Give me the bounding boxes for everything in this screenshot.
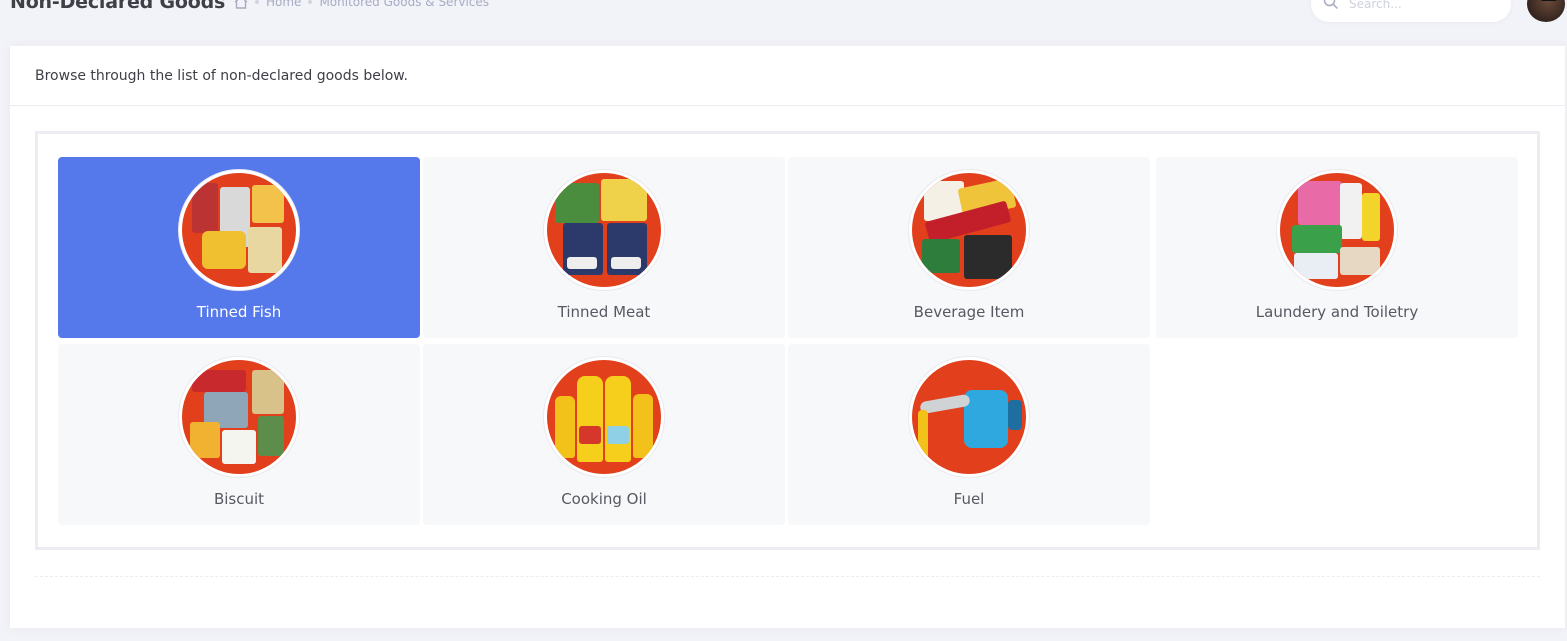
category-label: Tinned Fish (196, 303, 282, 321)
laundery-and-toiletry-image (1277, 170, 1397, 290)
breadcrumb-current-link[interactable]: Monitored Goods & Services (319, 0, 489, 9)
category-label: Tinned Meat (557, 303, 651, 321)
category-tile-cooking-oil[interactable]: Cooking Oil (423, 344, 785, 525)
category-grid: Tinned Fish Tinned Meat Beverage Item La… (35, 131, 1540, 550)
category-tile-beverage-item[interactable]: Beverage Item (788, 157, 1150, 338)
category-label: Beverage Item (913, 303, 1025, 321)
category-tile-fuel[interactable]: Fuel (788, 344, 1150, 525)
beverage-item-image (909, 170, 1029, 290)
biscuit-image (179, 357, 299, 477)
category-label: Biscuit (213, 490, 265, 508)
category-tile-biscuit[interactable]: Biscuit (58, 344, 420, 525)
tinned-fish-image (179, 170, 299, 290)
cooking-oil-image (544, 357, 664, 477)
category-tile-laundery-and-toiletry[interactable]: Laundery and Toiletry (1156, 157, 1518, 338)
category-label: Laundery and Toiletry (1255, 303, 1419, 321)
divider (35, 576, 1540, 577)
category-label: Fuel (953, 490, 985, 508)
breadcrumb-separator (255, 0, 259, 4)
breadcrumb-separator (308, 0, 313, 4)
search-icon (1323, 0, 1339, 14)
category-tile-tinned-meat[interactable]: Tinned Meat (423, 157, 785, 338)
search-box[interactable] (1311, 0, 1511, 22)
avatar[interactable] (1527, 0, 1565, 22)
search-input[interactable] (1349, 0, 1489, 11)
home-icon[interactable] (234, 0, 248, 9)
category-tile-tinned-fish[interactable]: Tinned Fish (58, 157, 420, 338)
goods-card: Browse through the list of non-declared … (10, 46, 1565, 628)
breadcrumb: Home Monitored Goods & Services (234, 0, 489, 9)
breadcrumb-home-link[interactable]: Home (266, 0, 301, 9)
category-label: Cooking Oil (561, 490, 647, 508)
tinned-meat-image (544, 170, 664, 290)
page-title: Non-Declared Goods (10, 0, 226, 13)
fuel-image (909, 357, 1029, 477)
card-intro: Browse through the list of non-declared … (10, 46, 1565, 106)
